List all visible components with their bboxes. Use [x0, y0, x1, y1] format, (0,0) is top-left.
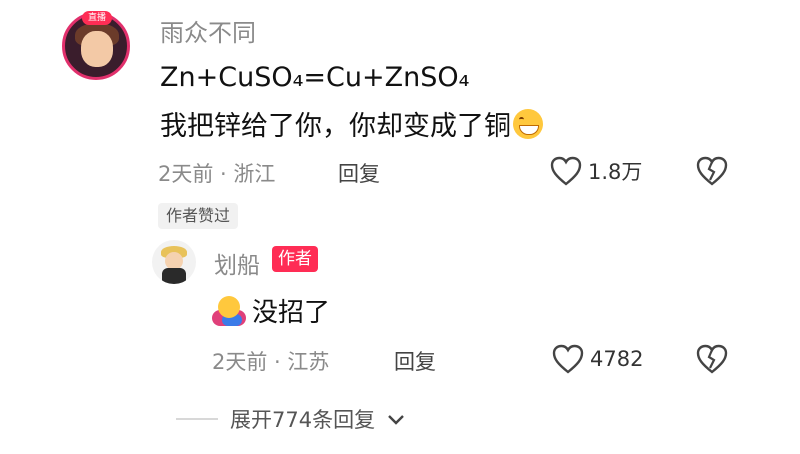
- grinning-sweat-emoji-icon: [513, 109, 543, 139]
- comment-like-count: 1.8万: [588, 160, 643, 184]
- avatar-face: [81, 31, 113, 67]
- live-badge: 直播: [82, 11, 112, 25]
- people-hugging-emoji-icon: [212, 295, 246, 326]
- comment-meta: 2天前 · 浙江: [158, 162, 276, 186]
- reply-like-button[interactable]: 4782: [552, 344, 643, 374]
- replier-avatar[interactable]: [152, 240, 196, 284]
- replier-username[interactable]: 划船: [214, 246, 260, 280]
- reply-text: 没招了: [212, 292, 330, 329]
- broken-heart-icon: [696, 344, 728, 374]
- heart-outline-icon: [550, 156, 582, 186]
- broken-heart-icon: [696, 156, 728, 186]
- reply-dislike-button[interactable]: [696, 344, 728, 374]
- reply-text-content: 没招了: [252, 298, 331, 328]
- comment-like-button[interactable]: 1.8万: [550, 156, 642, 186]
- divider-line: [176, 418, 218, 420]
- avatar-body: [162, 268, 186, 284]
- commenter-username[interactable]: 雨众不同: [160, 13, 256, 48]
- expand-replies-button[interactable]: 展开774条回复: [176, 404, 405, 434]
- comment-text-line-2: 我把锌给了你，你却变成了铜: [160, 104, 543, 143]
- comment-text-line-2-text: 我把锌给了你，你却变成了铜: [160, 111, 511, 142]
- author-liked-tag: 作者赞过: [158, 203, 239, 229]
- author-badge: 作者: [272, 246, 318, 272]
- reply-reply-button[interactable]: 回复: [394, 346, 436, 376]
- reply-like-count: 4782: [590, 347, 644, 371]
- comment-dislike-button[interactable]: [696, 156, 728, 186]
- heart-outline-icon: [552, 344, 584, 374]
- comment-text-line-1: Zn+CuSO₄=Cu+ZnSO₄: [160, 62, 470, 93]
- chevron-down-icon: [387, 407, 405, 431]
- expand-replies-label: 展开774条回复: [230, 408, 376, 432]
- reply-meta: 2天前 · 江苏: [212, 350, 330, 374]
- comment-reply-button[interactable]: 回复: [338, 158, 380, 188]
